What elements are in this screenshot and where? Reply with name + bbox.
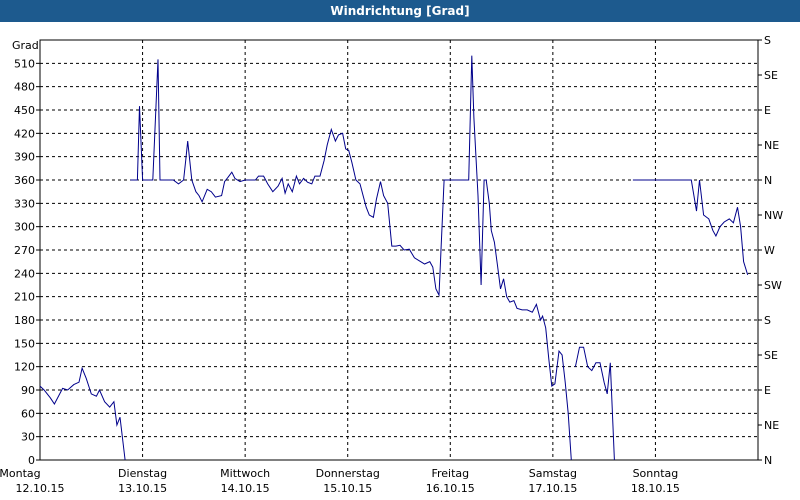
date-label: 15.10.15 bbox=[323, 482, 372, 495]
y-tick-label: 330 bbox=[14, 197, 35, 210]
date-label: 18.10.15 bbox=[631, 482, 680, 495]
day-label: Freitag bbox=[431, 467, 469, 480]
date-label: 16.10.15 bbox=[426, 482, 475, 495]
compass-tick-label: N bbox=[764, 454, 772, 467]
date-label: 14.10.15 bbox=[221, 482, 270, 495]
compass-tick-label: SE bbox=[764, 349, 778, 362]
compass-tick-label: SE bbox=[764, 69, 778, 82]
y-tick-label: 510 bbox=[14, 57, 35, 70]
y-tick-label: 90 bbox=[21, 384, 35, 397]
day-label: Samstag bbox=[529, 467, 577, 480]
y-tick-label: 390 bbox=[14, 151, 35, 164]
y-tick-label: 420 bbox=[14, 127, 35, 140]
y-tick-label: 360 bbox=[14, 174, 35, 187]
compass-tick-label: W bbox=[764, 244, 775, 257]
wind-direction-chart: 0 30 60 90 120 150 180 210 240 270 300 330 360 390 420… bbox=[0, 34, 783, 495]
day-label: Sonntag bbox=[633, 467, 679, 480]
y-axis-title: Grad bbox=[12, 39, 39, 52]
window-title: Windrichtung [Grad] bbox=[0, 0, 800, 22]
y-tick-label: 0 bbox=[28, 454, 35, 467]
date-label: 13.10.15 bbox=[118, 482, 167, 495]
compass-tick-label: E bbox=[764, 104, 771, 117]
y-axis-left: 0 30 60 90 120 150 180 210 240 270 300 330 360 390 420… bbox=[14, 57, 40, 467]
compass-tick-label: NE bbox=[764, 419, 779, 432]
compass-tick-label: S bbox=[764, 34, 771, 47]
y-tick-label: 240 bbox=[14, 267, 35, 280]
y-tick-label: 480 bbox=[14, 81, 35, 94]
y-tick-label: 120 bbox=[14, 361, 35, 374]
y-tick-label: 300 bbox=[14, 221, 35, 234]
y-tick-label: 450 bbox=[14, 104, 35, 117]
compass-tick-label: SW bbox=[764, 279, 782, 292]
y-tick-label: 150 bbox=[14, 337, 35, 350]
plot-border bbox=[39, 39, 759, 461]
y-axis-right: N NE E SE S SW W NW N NE E SE S bbox=[758, 34, 783, 467]
date-label: 17.10.15 bbox=[528, 482, 577, 495]
compass-tick-label: E bbox=[764, 384, 771, 397]
compass-tick-label: NW bbox=[764, 209, 783, 222]
day-label: Donnerstag bbox=[316, 467, 380, 480]
day-label: Dienstag bbox=[118, 467, 167, 480]
compass-tick-label: NE bbox=[764, 139, 779, 152]
y-tick-label: 270 bbox=[14, 244, 35, 257]
date-label: 12.10.15 bbox=[16, 482, 65, 495]
y-tick-label: 30 bbox=[21, 431, 35, 444]
y-tick-label: 180 bbox=[14, 314, 35, 327]
compass-tick-label: N bbox=[764, 174, 772, 187]
y-tick-label: 210 bbox=[14, 291, 35, 304]
x-axis: Montag 12.10.15 Dienstag 13.10.15 Mittwoch 14… bbox=[0, 467, 680, 495]
y-tick-label: 60 bbox=[21, 407, 35, 420]
compass-tick-label: S bbox=[764, 314, 771, 327]
day-label: Montag bbox=[0, 467, 41, 480]
day-label: Mittwoch bbox=[220, 467, 270, 480]
